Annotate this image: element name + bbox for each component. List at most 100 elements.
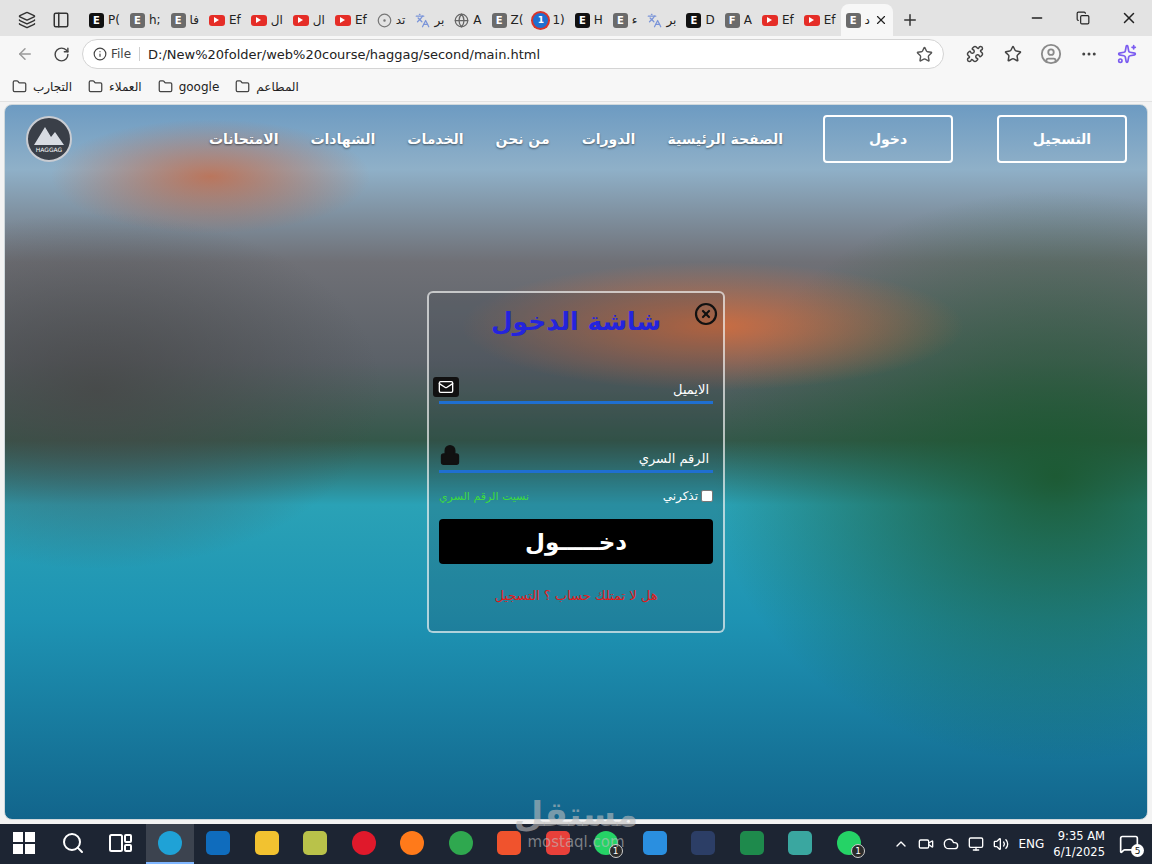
envelope-icon [438,379,454,395]
taskbar-app[interactable] [728,824,777,864]
favorites-button[interactable] [998,39,1028,69]
browser-tab[interactable]: Ef [757,4,799,36]
browser-tab[interactable]: EZ( [487,4,529,36]
favorite-star-icon[interactable] [916,46,933,63]
nav-button[interactable]: دخول [823,115,953,163]
letter-site-icon: E [613,13,628,28]
new-tab-button[interactable] [893,4,927,36]
modal-title: شاشة الدخول [439,305,713,339]
taskbar-app[interactable] [97,824,146,864]
menu-button[interactable] [1074,39,1104,69]
site-info[interactable]: File [93,47,140,61]
nav-link[interactable]: الدورات [582,131,636,147]
taskbar-app[interactable] [340,824,389,864]
taskbar-app[interactable] [534,824,583,864]
browser-tab[interactable]: Ef [799,4,841,36]
browser-tab[interactable]: Eد [841,4,893,36]
bookmark-folder[interactable]: المطاعم [235,79,299,94]
site-logo[interactable]: HAGGAG [25,115,73,163]
taskbar-app[interactable] [437,824,486,864]
taskbar-app[interactable] [243,824,292,864]
taskbar-app[interactable]: 1 [825,824,874,864]
browser-tab[interactable]: ال [288,4,330,36]
address-field[interactable]: FileD:/New%20folder/web%20course/haggag/… [82,39,944,69]
refresh-icon [53,46,70,63]
taskbar-app[interactable] [0,824,49,864]
camera-icon[interactable] [918,836,934,852]
translate-icon [647,13,662,28]
input-field[interactable]: الايميل [439,377,713,404]
browser-tab[interactable]: Eء [608,4,643,36]
back-button[interactable] [10,39,40,69]
browser-tab[interactable]: FA [720,4,757,36]
browser-tab[interactable]: بر [410,4,449,36]
login-submit-button[interactable]: دخـــــول [439,519,713,564]
browser-tab[interactable]: Ef [204,4,246,36]
chevron-up-icon[interactable] [893,836,909,852]
checkbox-box[interactable] [701,490,713,502]
app-icon [546,831,570,855]
close-tab-icon[interactable] [874,13,888,27]
network-icon[interactable] [968,836,984,852]
folder-icon [235,79,250,94]
globe-icon [454,13,469,28]
taskbar-app[interactable]: 1 [582,824,631,864]
tab-actions-button[interactable] [44,4,78,36]
browser-tab[interactable]: Eh; [125,4,166,36]
taskbar-app[interactable] [388,824,437,864]
cloud-icon[interactable] [943,836,959,852]
close-icon [1120,9,1138,27]
restore-button[interactable] [1060,0,1106,36]
folder-icon [88,79,103,94]
nav-button[interactable]: التسجيل [997,115,1127,163]
nav-link[interactable]: الامتحانات [209,131,279,147]
taskbar-app[interactable] [194,824,243,864]
workspaces-icon [18,11,36,29]
browser-tab[interactable]: ED [681,4,719,36]
browser-tab[interactable]: 11) [528,4,569,36]
taskbar-app[interactable] [776,824,825,864]
clock[interactable]: 9:35 AM6/1/2025 [1053,828,1105,860]
remember-checkbox[interactable]: تذكرني [663,489,713,503]
close-modal-button[interactable] [693,301,719,327]
letter-site-icon: E [171,13,186,28]
workspaces-button[interactable] [10,4,44,36]
browser-tab[interactable]: EP( [84,4,125,36]
browser-tab[interactable]: EH [570,4,608,36]
browser-tab[interactable]: Eفا [166,4,204,36]
nav-buttons: التسجيل دخول [823,115,1127,163]
browser-tab[interactable]: بر [642,4,681,36]
bookmark-folder[interactable]: التجارب [12,79,72,94]
extensions-button[interactable] [960,39,990,69]
profile-button[interactable] [1036,39,1066,69]
forgot-password-link[interactable]: نسيت الرقم السري [439,490,529,503]
taskbar-app[interactable] [146,824,195,864]
nav-link[interactable]: من نحن [496,131,550,147]
copilot-button[interactable] [1112,39,1142,69]
taskbar-app[interactable] [679,824,728,864]
nav-link[interactable]: الصفحة الرئيسية [667,131,783,147]
signup-link[interactable]: هل لا تمتلك حساب ؟ التسجيل [439,588,713,603]
input-field[interactable]: الرقم السري [439,444,713,473]
minimize-button[interactable] [1014,0,1060,36]
bookmark-folder[interactable]: google [158,79,220,94]
nav-link[interactable]: الخدمات [407,131,463,147]
taskbar-app[interactable] [631,824,680,864]
browser-tab[interactable]: Ef [330,4,372,36]
bookmark-folder[interactable]: العملاء [88,79,142,94]
taskbar-app[interactable] [49,824,98,864]
browser-tab[interactable]: تد [372,4,411,36]
language-indicator[interactable]: ENG [1018,837,1044,851]
taskbar-app[interactable] [291,824,340,864]
close-button[interactable] [1106,0,1152,36]
app-icon [303,831,327,855]
refresh-button[interactable] [46,39,76,69]
volume-icon[interactable] [993,836,1009,852]
browser-tab[interactable]: A [449,4,486,36]
app-icon [158,831,182,855]
taskbar-app[interactable] [485,824,534,864]
nav-link[interactable]: الشهادات [310,131,375,147]
notifications-button[interactable]: 5 [1114,829,1144,859]
browser-tab[interactable]: ال [246,4,288,36]
mail-icon [433,377,459,397]
